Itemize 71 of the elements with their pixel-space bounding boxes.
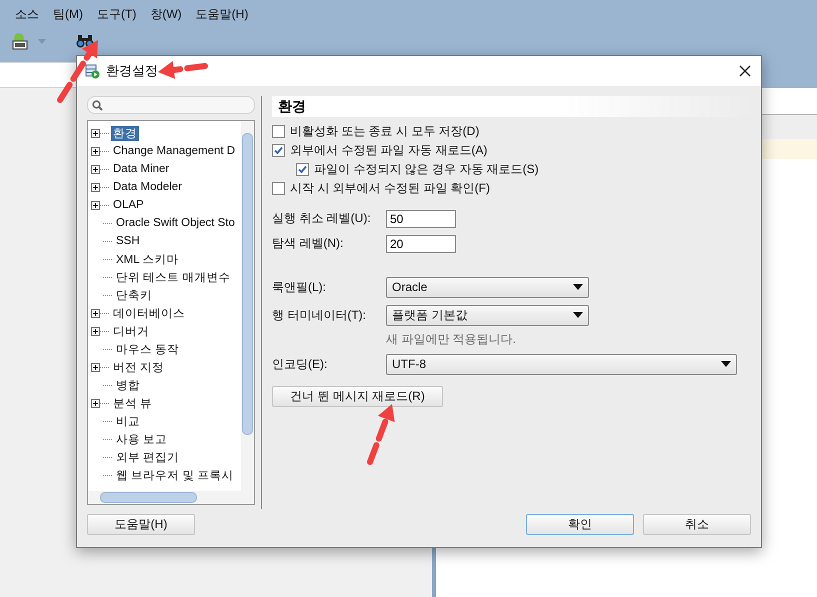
tree-item[interactable]: OLAP (111, 199, 146, 211)
tree-item[interactable]: Change Management D (111, 145, 238, 157)
expand-icon[interactable] (91, 182, 100, 192)
checkbox[interactable] (272, 125, 285, 138)
tree-item[interactable]: 버전 지정 (111, 360, 166, 374)
input-field[interactable]: 50 (386, 210, 456, 228)
expand-icon[interactable] (91, 200, 100, 210)
expand-icon[interactable] (91, 362, 100, 372)
help-button[interactable]: 도움말(H) (87, 514, 195, 534)
tree-item[interactable]: 사용 보고 (114, 432, 170, 446)
menu-item[interactable]: 팀(M) (53, 6, 83, 26)
hint-text: 새 파일에만 적용됩니다. (386, 330, 516, 348)
reset-messages-button[interactable]: 건너 뛴 메시지 재로드(R) (272, 386, 443, 406)
dropdown[interactable]: Oracle (386, 276, 589, 298)
tree-item[interactable]: Data Modeler (111, 181, 184, 193)
settings-icon (85, 64, 100, 78)
expand-icon[interactable] (91, 398, 100, 408)
checkbox[interactable] (272, 182, 285, 195)
dropdown-arrow-icon (573, 312, 583, 318)
input-field[interactable]: 20 (386, 234, 456, 252)
menu-item[interactable]: 소스 (15, 6, 39, 26)
annotation-arrow (158, 61, 208, 79)
scrollbar[interactable] (88, 491, 241, 504)
tree-item[interactable]: 단축키 (114, 288, 154, 302)
annotation-arrow (367, 404, 395, 465)
scrollbar[interactable] (241, 121, 254, 491)
search-field[interactable] (87, 96, 255, 114)
close-button[interactable] (737, 63, 753, 79)
menu-item[interactable]: 도움말(H) (196, 6, 248, 26)
checkbox[interactable] (296, 163, 309, 176)
tree-item[interactable]: 병합 (114, 378, 142, 392)
tree-item[interactable]: SSH (114, 235, 142, 247)
tree-item[interactable]: 디버거 (111, 324, 151, 338)
expand-icon[interactable] (91, 308, 100, 318)
search-icon (92, 100, 103, 110)
dropdown-arrow-icon (721, 361, 731, 367)
tree-item[interactable]: 마우스 동작 (114, 342, 182, 356)
tree-item[interactable]: Oracle Swift Object Sto (114, 217, 237, 229)
field-label: 인코딩(E): (272, 356, 328, 372)
tree-item[interactable]: 데이터베이스 (111, 306, 187, 320)
expand-icon[interactable] (91, 326, 100, 336)
tree-item[interactable]: 환경 (111, 126, 139, 140)
tree-item[interactable]: Data Miner (111, 163, 172, 175)
dropdown[interactable]: 플랫폼 기본값 (386, 304, 589, 326)
checkbox-label: 외부에서 수정된 파일 자동 재로드(A) (290, 142, 488, 159)
window-title: 환경설정 (106, 62, 158, 80)
tree-item[interactable]: XML 스키마 (114, 252, 180, 266)
expand-icon[interactable] (91, 128, 100, 138)
annotation-arrow (57, 40, 98, 103)
dropdown[interactable]: UTF-8 (386, 354, 737, 374)
checkbox-label: 비활성화 또는 종료 시 모두 저장(D) (290, 123, 480, 140)
tree-item[interactable]: 분석 뷰 (111, 396, 154, 410)
dropdown-arrow-icon (573, 284, 583, 290)
tree-item[interactable]: 비교 (114, 414, 142, 428)
dialog-button[interactable]: 취소 (643, 514, 751, 534)
tree-item[interactable]: 외부 편집기 (114, 450, 182, 464)
dialog-button[interactable]: 확인 (526, 514, 634, 534)
menu-item[interactable]: 창(W) (150, 6, 182, 26)
field-label: 룩앤필(L): (272, 278, 327, 296)
field-label: 탐색 레벨(N): (272, 235, 344, 252)
tree-item[interactable]: 웹 브라우저 및 프록시 (114, 468, 236, 482)
menu-item[interactable]: 도구(T) (97, 6, 136, 26)
database-icon[interactable] (10, 32, 30, 50)
tree-item[interactable]: 단위 테스트 매개변수 (114, 270, 232, 284)
checkbox[interactable] (272, 144, 285, 157)
field-label: 실행 취소 레벨(U): (272, 210, 372, 227)
field-label: 행 터미네이터(T): (272, 306, 367, 324)
checkbox-label: 파일이 수정되지 않은 경우 자동 재로드(S) (314, 161, 539, 178)
expand-icon[interactable] (91, 146, 100, 156)
checkbox-label: 시작 시 외부에서 수정된 파일 확인(F) (290, 180, 490, 197)
expand-icon[interactable] (91, 164, 100, 174)
